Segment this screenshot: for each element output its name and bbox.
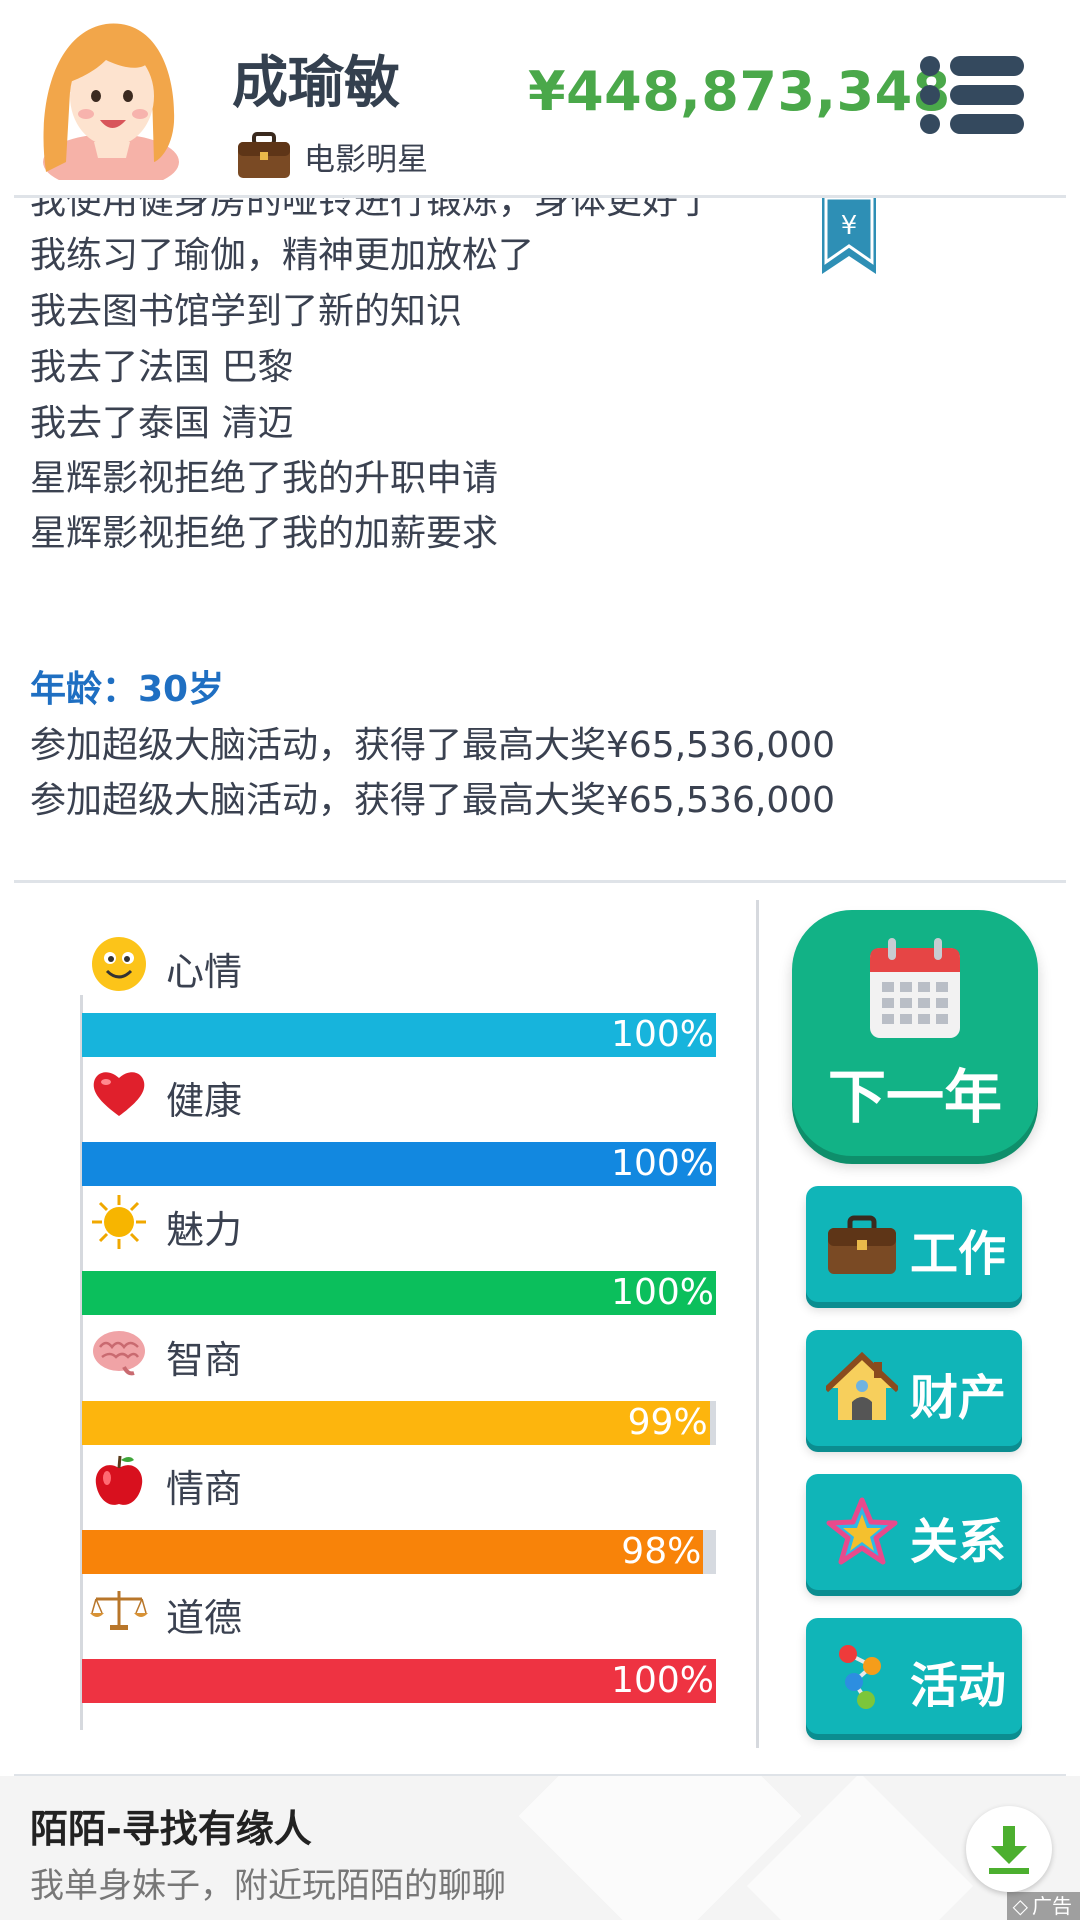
briefcase-icon <box>828 1215 896 1274</box>
scales-icon <box>90 1591 148 1630</box>
apple-icon <box>95 1455 143 1505</box>
next-year-label: 下一年 <box>827 1063 1002 1131</box>
brain-icon <box>93 1331 145 1376</box>
bookmark-glyph: ¥ <box>841 211 858 241</box>
stat-bar-fill: 100% <box>82 1013 716 1057</box>
activities-button[interactable]: 活动 <box>806 1618 1022 1734</box>
stat-bar-fill: 100% <box>82 1659 716 1703</box>
log-line: 我去图书馆学到了新的知识 <box>30 291 463 332</box>
log-line: 星辉影视拒绝了我的升职申请 <box>30 458 499 499</box>
download-icon <box>989 1826 1029 1874</box>
ad-badge-label: 广告 <box>1032 1894 1072 1918</box>
smiley-icon <box>92 937 146 991</box>
next-year-button[interactable]: 下一年 <box>792 910 1038 1156</box>
property-button[interactable]: 财产 <box>806 1330 1022 1446</box>
log-line: 我练习了瑜伽，精神更加放松了 <box>30 235 535 276</box>
girl-avatar-icon[interactable] <box>36 12 186 180</box>
yen-bookmark-icon[interactable]: ¥ <box>820 198 878 276</box>
stat-label: 情商 <box>166 1467 243 1511</box>
stat-label: 健康 <box>166 1079 243 1123</box>
star-icon <box>826 1497 898 1565</box>
event-log[interactable]: 我使用健身房的哑铃进行锻炼，身体更好了 我练习了瑜伽，精神更加放松了 我去图书馆… <box>0 198 1080 880</box>
relations-label: 关系 <box>910 1514 1007 1570</box>
stat-bar-fill: 100% <box>82 1271 716 1315</box>
stat-bar-fill: 99% <box>82 1401 710 1445</box>
stat-bar-track: 99% <box>82 1401 716 1445</box>
stat-iq: 智商 99% <box>82 1323 716 1445</box>
log-line: 我去了泰国 清迈 <box>30 403 294 444</box>
sun-icon <box>92 1195 146 1249</box>
player-name: 成瑜敏 <box>232 51 400 116</box>
log-line: 参加超级大脑活动，获得了最高大奖¥65,536,000 <box>30 780 836 821</box>
stat-bar-track: 100% <box>82 1271 716 1315</box>
stat-label: 魅力 <box>166 1208 243 1252</box>
calendar-icon <box>870 938 960 1038</box>
ad-badge: ◇ 广告 <box>1006 1892 1080 1920</box>
stat-percent: 100% <box>611 1660 714 1701</box>
stat-bar-track: 100% <box>82 1013 716 1057</box>
job-title: 电影明星 <box>304 141 428 178</box>
stat-bar-track: 100% <box>82 1142 716 1186</box>
stat-mood: 心情 100% <box>82 935 716 1057</box>
age-heading: 年龄：30岁 <box>30 669 225 710</box>
stat-percent: 100% <box>611 1143 714 1184</box>
log-line: 参加超级大脑活动，获得了最高大奖¥65,536,000 <box>30 725 836 766</box>
property-label: 财产 <box>910 1370 1007 1426</box>
stat-percent: 100% <box>611 1014 714 1055</box>
activity-dots-icon <box>839 1645 881 1709</box>
house-icon <box>826 1352 898 1420</box>
job-row: 电影明星 <box>236 130 428 182</box>
ad-badge-icon: ◇ <box>1012 1894 1028 1918</box>
stat-percent: 98% <box>621 1531 702 1572</box>
log-line: 星辉影视拒绝了我的加薪要求 <box>30 513 499 554</box>
stat-bar-track: 100% <box>82 1659 716 1703</box>
ad-banner[interactable]: 陌陌-寻找有缘人 我单身妹子，附近玩陌陌的聊聊 ◇ 广告 <box>0 1776 1080 1920</box>
stat-percent: 99% <box>627 1402 708 1443</box>
log-line: 我去了法国 巴黎 <box>30 347 294 388</box>
stat-label: 智商 <box>166 1338 243 1382</box>
stat-bar-fill: 98% <box>82 1530 704 1574</box>
stat-label: 道德 <box>166 1596 243 1640</box>
header: 成瑜敏 电影明星 ¥448,873,348 <box>0 0 1080 198</box>
money-balance: ¥448,873,348 <box>528 60 951 123</box>
relations-button[interactable]: 关系 <box>806 1474 1022 1590</box>
work-label: 工作 <box>910 1226 1007 1282</box>
stat-health: 健康 100% <box>82 1064 716 1186</box>
stat-bar-fill: 100% <box>82 1142 716 1186</box>
stat-label: 心情 <box>166 950 243 994</box>
log-divider <box>14 880 1066 883</box>
ad-title: 陌陌-寻找有缘人 <box>30 1807 312 1851</box>
stat-bar-track: 98% <box>82 1530 716 1574</box>
briefcase-icon <box>238 132 290 178</box>
heart-icon <box>93 1072 145 1116</box>
log-line: 我使用健身房的哑铃进行锻炼，身体更好了 <box>30 198 715 222</box>
stat-charm: 魅力 100% <box>82 1193 716 1315</box>
stat-percent: 100% <box>611 1272 714 1313</box>
work-button[interactable]: 工作 <box>806 1186 1022 1302</box>
stat-eq: 情商 98% <box>82 1452 716 1574</box>
ad-download-button[interactable] <box>966 1806 1052 1892</box>
menu-icon[interactable] <box>918 54 1026 136</box>
vertical-divider <box>756 900 759 1748</box>
ad-description: 我单身妹子，附近玩陌陌的聊聊 <box>30 1866 506 1906</box>
stat-morality: 道德 100% <box>82 1581 716 1703</box>
activities-label: 活动 <box>910 1658 1007 1714</box>
